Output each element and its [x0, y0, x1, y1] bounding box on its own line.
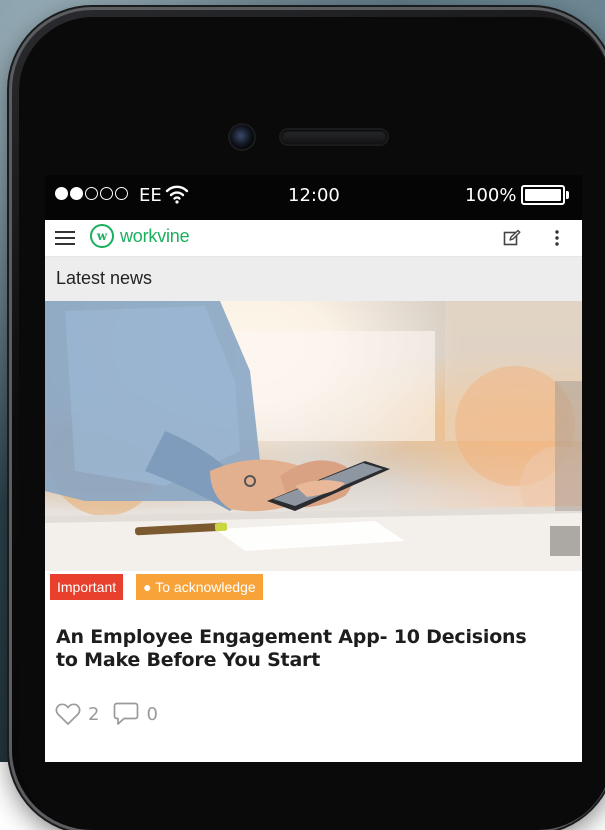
- heart-icon: [55, 702, 81, 725]
- battery-percent: 100%: [465, 185, 517, 206]
- carrier-name: EE: [139, 185, 162, 206]
- article-title-line-1: An Employee Engagement App- 10 Decisions: [56, 626, 527, 648]
- latest-news-header: Latest news: [45, 257, 582, 301]
- comment-button[interactable]: 0: [113, 702, 158, 726]
- tag-acknowledge-label: To acknowledge: [155, 579, 256, 595]
- front-camera: [230, 125, 254, 149]
- more-options-icon[interactable]: [550, 229, 564, 247]
- article-stats: 2 0: [55, 702, 172, 726]
- status-time: 12:00: [288, 185, 340, 206]
- compose-icon[interactable]: [503, 229, 521, 247]
- article-title-line-2: to Make Before You Start: [56, 649, 321, 671]
- phone-screen: EE 12:00 100% w workvine Latest news Imp…: [45, 175, 582, 762]
- hero-illustration: [45, 301, 582, 571]
- tag-bullet: ●: [143, 579, 152, 595]
- logo-text: workvine: [120, 225, 190, 246]
- wifi-icon: [165, 185, 189, 204]
- tag-important[interactable]: Important: [50, 574, 124, 600]
- comment-count: 0: [146, 703, 158, 725]
- earpiece-speaker: [281, 130, 387, 144]
- battery-icon: [521, 185, 565, 205]
- comment-icon: [114, 702, 139, 725]
- article-hero-image[interactable]: [45, 301, 582, 571]
- like-button[interactable]: 2: [55, 702, 100, 726]
- hamburger-menu-icon[interactable]: [55, 231, 75, 245]
- battery-tip: [566, 191, 569, 199]
- workvine-logo[interactable]: w workvine: [90, 224, 190, 248]
- tag-to-acknowledge[interactable]: ● To acknowledge: [136, 574, 263, 600]
- article-title[interactable]: An Employee Engagement App- 10 Decisions…: [56, 626, 556, 672]
- signal-strength-icon: [55, 187, 128, 200]
- section-title: Latest news: [56, 268, 153, 288]
- app-bar: w workvine: [45, 220, 582, 257]
- article-tags: Important ● To acknowledge: [50, 574, 263, 600]
- logo-mark: w: [90, 224, 114, 248]
- like-count: 2: [88, 703, 100, 725]
- status-bar: EE 12:00 100%: [45, 175, 582, 220]
